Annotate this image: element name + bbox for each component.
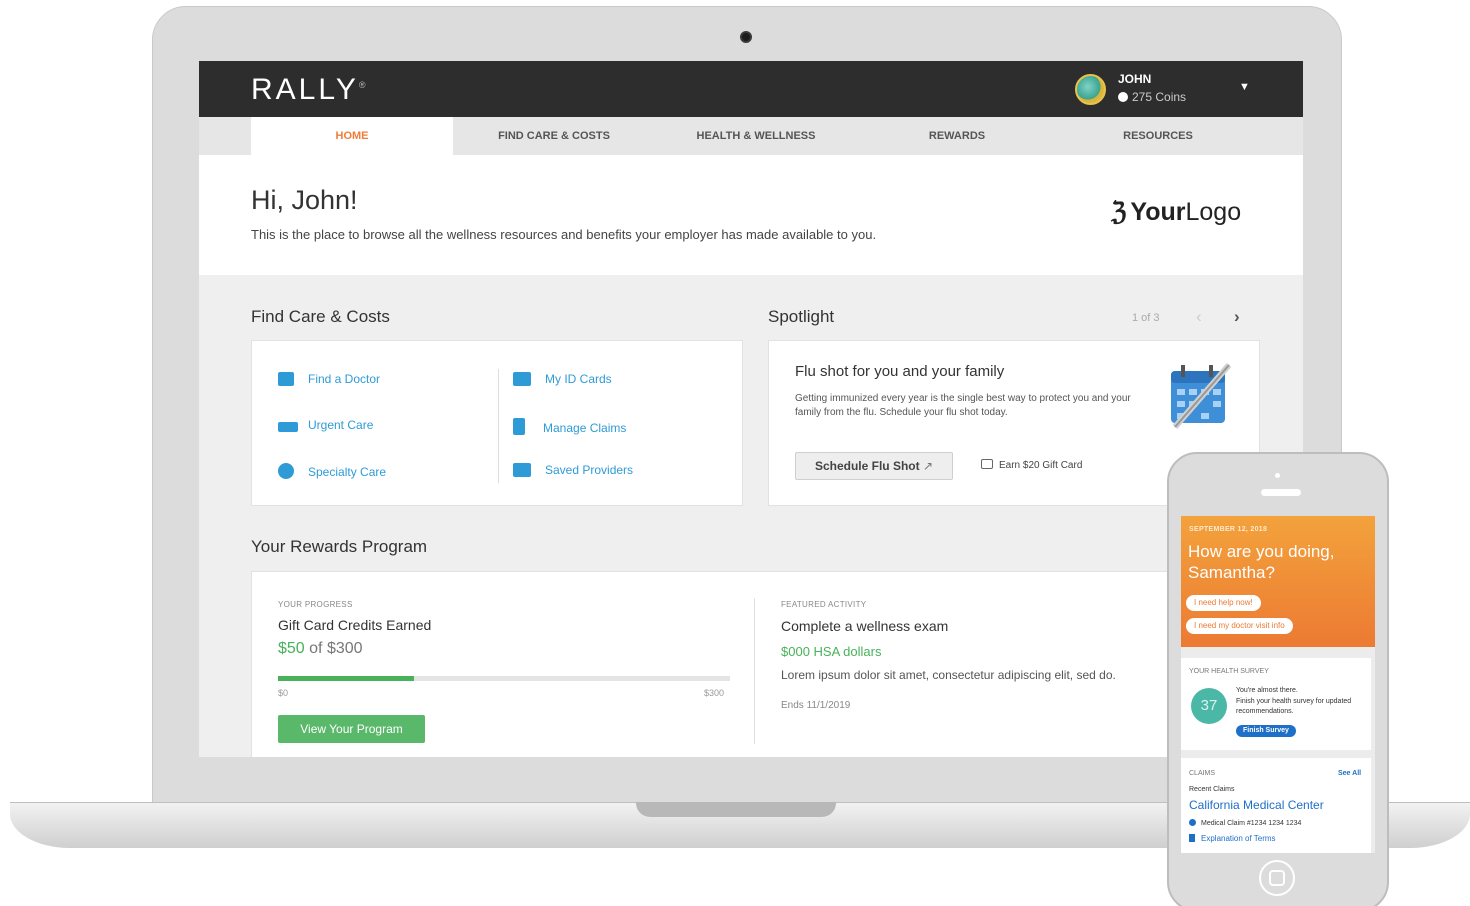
see-all-link[interactable]: See All — [1338, 770, 1361, 777]
doctor-visit-button[interactable]: I need my doctor visit info — [1186, 618, 1293, 634]
view-your-program-button[interactable]: View Your Program — [278, 715, 425, 743]
ambulance-icon — [278, 422, 298, 432]
find-care-card: Find a Doctor Urgent Care Specialty Care… — [251, 340, 743, 506]
activity-reward: $000 HSA dollars — [781, 644, 882, 659]
laptop-notch — [636, 802, 836, 817]
spotlight-card-title: Flu shot for you and your family — [795, 363, 1005, 380]
specialty-care-link[interactable]: Specialty Care — [278, 463, 386, 479]
heart-circle-icon — [278, 463, 294, 479]
id-card-icon — [513, 372, 531, 386]
health-survey-card: YOUR HEALTH SURVEY 37 You're almost ther… — [1181, 658, 1371, 750]
top-bar: RALLY® JOHN 275 Coins ▼ — [199, 61, 1303, 117]
main-nav: HOME FIND CARE & COSTS HEALTH & WELLNESS… — [199, 117, 1303, 155]
survey-progress-badge: 37 — [1191, 688, 1227, 724]
activity-description: Lorem ipsum dolor sit amet, consectetur … — [781, 668, 1116, 682]
document-icon — [513, 418, 525, 435]
welcome-text: This is the place to browse all the well… — [251, 227, 877, 242]
laptop-screen: RALLY® JOHN 275 Coins ▼ HOME FIND CARE &… — [199, 61, 1303, 757]
help-now-button[interactable]: I need help now! — [1186, 595, 1261, 611]
tab-health-wellness[interactable]: HEALTH & WELLNESS — [655, 117, 857, 155]
spotlight-heading: Spotlight — [768, 307, 835, 326]
schedule-flu-shot-button[interactable]: Schedule Flu Shot ↗ — [795, 452, 953, 480]
phone-greeting-banner: SEPTEMBER 12, 2018 How are you doing, Sa… — [1181, 516, 1375, 647]
spotlight-description: Getting immunized every year is the sing… — [795, 393, 1131, 418]
recent-claims-label: Recent Claims — [1189, 786, 1235, 793]
spotlight-pager: 1 of 3 — [1132, 312, 1160, 324]
logo-mark-icon: ℨ — [1111, 198, 1127, 226]
progress-max: $300 — [704, 688, 725, 698]
progress-bar — [278, 676, 730, 681]
user-avatar[interactable] — [1075, 74, 1106, 105]
progress-min: $0 — [278, 688, 289, 698]
chevron-left-icon[interactable]: ‹ — [1196, 307, 1202, 327]
survey-line-1: You're almost there. — [1236, 687, 1298, 694]
user-name: JOHN — [1118, 72, 1152, 86]
provider-link[interactable]: California Medical Center — [1189, 798, 1324, 812]
device-mockup: RALLY® JOHN 275 Coins ▼ HOME FIND CARE &… — [0, 0, 1470, 906]
survey-label: YOUR HEALTH SURVEY — [1189, 668, 1269, 675]
gift-card-reward: Earn $20 Gift Card — [981, 459, 1082, 471]
progress-label: YOUR PROGRESS — [278, 600, 353, 609]
calendar-syringe-icon — [1171, 363, 1231, 429]
page-title: Hi, John! — [251, 185, 358, 215]
tab-resources[interactable]: RESOURCES — [1057, 117, 1259, 155]
home-square-icon — [1269, 870, 1285, 886]
progress-fill — [278, 676, 414, 681]
rewards-heading: Your Rewards Program — [251, 537, 428, 556]
finish-survey-button[interactable]: Finish Survey — [1236, 725, 1296, 737]
chevron-down-icon[interactable]: ▼ — [1239, 81, 1250, 93]
progress-title: Gift Card Credits Earned — [278, 617, 432, 633]
chevron-right-icon[interactable]: › — [1234, 307, 1240, 327]
claims-label: CLAIMS — [1189, 770, 1216, 777]
my-id-cards-link[interactable]: My ID Cards — [513, 372, 612, 386]
phone-speaker — [1261, 489, 1301, 496]
explanation-of-terms-link[interactable]: Explanation of Terms — [1189, 834, 1276, 843]
find-care-heading: Find Care & Costs — [251, 307, 390, 326]
phone-greeting: How are you doing, Samantha? — [1188, 542, 1335, 582]
phone-date: SEPTEMBER 12, 2018 — [1189, 526, 1268, 533]
rewards-divider — [754, 598, 755, 744]
rewards-card: YOUR PROGRESS Gift Card Credits Earned $… — [251, 571, 1260, 757]
webcam — [740, 31, 752, 43]
tab-home[interactable]: HOME — [251, 117, 453, 155]
tab-rewards[interactable]: REWARDS — [856, 117, 1058, 155]
tab-find-care-costs[interactable]: FIND CARE & COSTS — [453, 117, 655, 155]
folder-plus-icon — [513, 463, 531, 477]
saved-providers-link[interactable]: Saved Providers — [513, 463, 633, 477]
featured-label: FEATURED ACTIVITY — [781, 600, 867, 609]
claims-card: CLAIMS See All Recent Claims California … — [1181, 758, 1371, 853]
phone-screen: SEPTEMBER 12, 2018 How are you doing, Sa… — [1181, 516, 1375, 853]
urgent-care-link[interactable]: Urgent Care — [278, 418, 373, 432]
coin-balance: 275 Coins — [1118, 90, 1186, 104]
coin-icon — [1118, 92, 1128, 102]
activity-title[interactable]: Complete a wellness exam — [781, 618, 948, 634]
document-icon — [1189, 834, 1195, 842]
survey-line-2: Finish your health survey for updated re… — [1236, 698, 1352, 715]
manage-claims-link[interactable]: Manage Claims — [513, 418, 626, 435]
phone-camera — [1275, 473, 1280, 478]
find-a-doctor-link[interactable]: Find a Doctor — [278, 372, 380, 386]
rally-logo[interactable]: RALLY® — [251, 73, 365, 107]
claim-number: Medical Claim #1234 1234 1234 — [1189, 819, 1301, 829]
care-divider — [498, 369, 499, 483]
progress-amount: $50 of $300 — [278, 640, 363, 657]
plus-circle-icon — [1189, 819, 1196, 826]
external-link-icon: ↗ — [922, 459, 934, 473]
medical-bag-icon — [278, 372, 294, 386]
welcome-banner: Hi, John! This is the place to browse al… — [199, 155, 1303, 275]
gift-card-icon — [981, 459, 993, 469]
activity-end-date: Ends 11/1/2019 — [781, 700, 851, 711]
employer-logo: ℨ YourLogo — [1111, 198, 1242, 226]
